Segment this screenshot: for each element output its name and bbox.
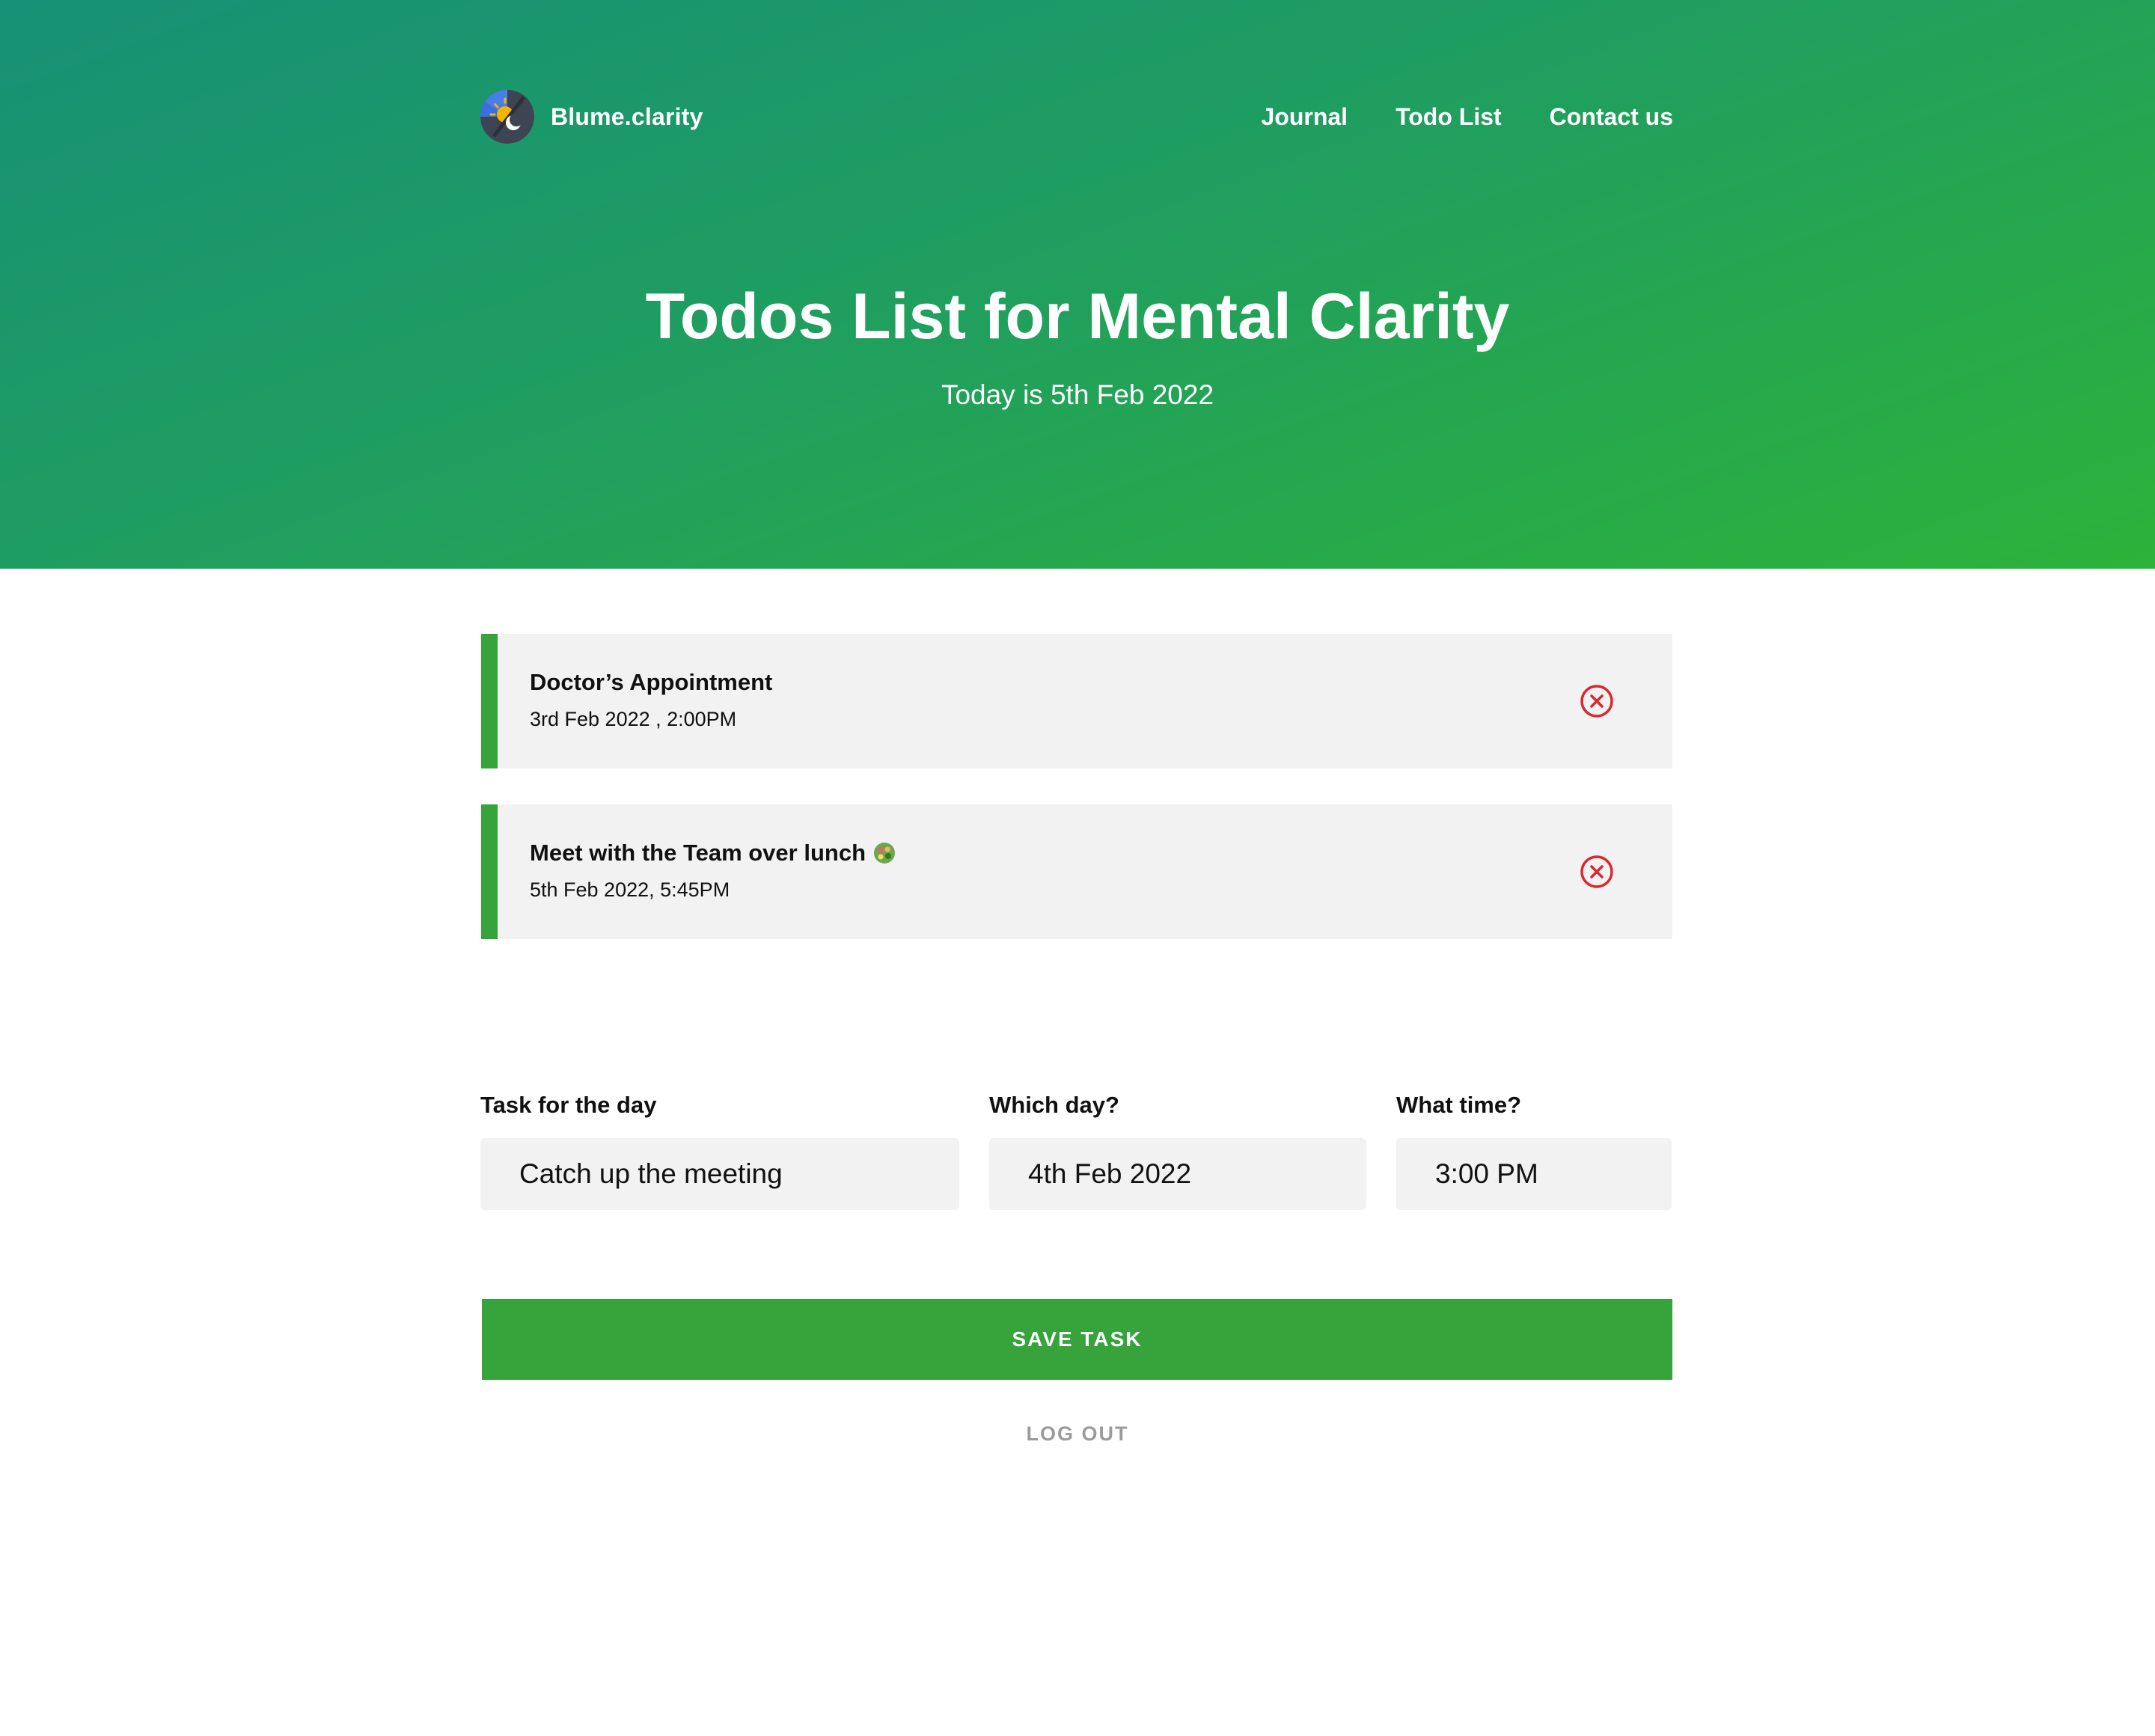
todo-datetime: 3rd Feb 2022 , 2:00PM [530, 708, 737, 730]
todo-datetime: 5th Feb 2022, 5:45PM [530, 878, 730, 901]
hero-header: Blume.clarity Journal Todo List Contact … [0, 0, 2155, 569]
time-label: What time? [1396, 1092, 1522, 1118]
task-input[interactable] [480, 1138, 959, 1210]
nav-link-journal[interactable]: Journal [1261, 103, 1348, 131]
close-circle-icon[interactable] [1580, 684, 1614, 718]
salad-bowl-icon [874, 843, 896, 864]
time-input[interactable] [1396, 1138, 1672, 1210]
day-label: Which day? [989, 1092, 1119, 1118]
nav-link-todo-list[interactable]: Todo List [1396, 103, 1502, 131]
todo-title: Doctor’s Appointment [530, 667, 772, 698]
brand-name: Blume.clarity [551, 103, 703, 130]
nav-links: Journal Todo List Contact us [1213, 88, 1673, 145]
day-input[interactable] [989, 1138, 1366, 1210]
logout-link[interactable]: LOG OUT [1027, 1422, 1129, 1445]
todo-title-text: Meet with the Team over lunch [530, 840, 866, 866]
top-nav: Blume.clarity Journal Todo List Contact … [480, 88, 1673, 145]
todo-title-text: Doctor’s Appointment [530, 669, 773, 695]
nav-link-contact-us[interactable]: Contact us [1550, 103, 1673, 131]
task-label: Task for the day [480, 1092, 657, 1118]
todo-item: Meet with the Team over lunch 5th Feb 20… [481, 804, 1672, 939]
close-circle-icon[interactable] [1580, 855, 1614, 889]
page-title: Todos List for Mental Clarity [645, 281, 1510, 352]
todo-title: Meet with the Team over lunch [530, 837, 896, 869]
todo-item: Doctor’s Appointment 3rd Feb 2022 , 2:00… [481, 634, 1672, 768]
logout-row: LOG OUT [0, 1419, 2155, 1449]
brand[interactable]: Blume.clarity [480, 88, 703, 145]
save-task-button[interactable]: SAVE TASK [482, 1299, 1672, 1380]
today-date-text: Today is 5th Feb 2022 [941, 379, 1214, 410]
sun-moon-icon [480, 90, 534, 144]
